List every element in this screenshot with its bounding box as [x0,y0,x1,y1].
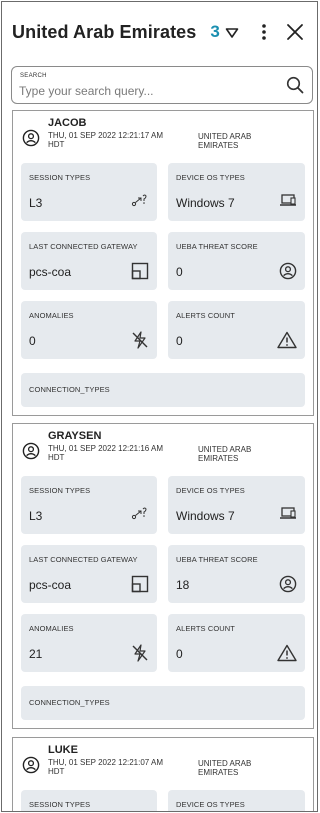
laptop-icon [279,506,297,525]
tile-value: 18 [176,578,190,592]
tile-label: ALERTS COUNT [176,311,235,320]
ueba-score-tile: UEBA THREAT SCORE 18 [168,545,305,603]
session-types-icon [131,506,149,525]
user-count-badge: 3 [210,22,220,41]
user-card[interactable]: JACOB THU, 01 SEP 2022 12:21:17 AM HDT U… [12,110,314,416]
tile-value: 21 [29,647,43,661]
panel-header: United Arab Emirates 3 [2,2,317,62]
device-os-tile: DEVICE OS TYPES Windows 7 [168,163,305,221]
ueba-score-tile: UEBA THREAT SCORE 0 [168,232,305,290]
tile-label: DEVICE OS TYPES [176,486,245,495]
tile-value: 0 [29,334,36,348]
tile-value: L3 [29,196,43,210]
tile-value: 0 [176,265,183,279]
tile-label: CONNECTION_TYPES [29,385,110,394]
device-os-tile: DEVICE OS TYPES [168,790,305,811]
gateway-icon [131,575,149,598]
tile-label: CONNECTION_TYPES [29,698,110,707]
tile-label: DEVICE OS TYPES [176,173,245,182]
tile-label: LAST CONNECTED GATEWAY [29,242,138,251]
location-line2: EMIRATES [198,141,239,150]
session-time: THU, 01 SEP 2022 12:21:07 AM HDT [48,758,188,776]
session-time-line2: HDT [48,453,65,462]
user-card[interactable]: LUKE THU, 01 SEP 2022 12:21:07 AM HDT UN… [12,737,314,811]
alerts-count-tile: ALERTS COUNT 0 [168,614,305,672]
search-label: SEARCH [20,73,47,79]
tile-label: UEBA THREAT SCORE [176,242,258,251]
tile-value: Windows 7 [176,196,235,210]
session-types-tile: SESSION TYPES L3 [21,163,157,221]
user-card-header: JACOB THU, 01 SEP 2022 12:21:17 AM HDT U… [13,111,313,161]
panel-title: United Arab Emirates [12,21,197,42]
session-time-line1: THU, 01 SEP 2022 12:21:07 AM [48,758,164,767]
anomalies-tile: ANOMALIES 21 [21,614,157,672]
tile-label: ALERTS COUNT [176,624,235,633]
tile-label: SESSION TYPES [29,486,91,495]
connection-types-tile: CONNECTION_TYPES [21,686,305,720]
filter-icon[interactable] [225,26,239,44]
more-options-icon[interactable] [261,23,267,46]
anomalies-tile: ANOMALIES 0 [21,301,157,359]
session-types-tile: SESSION TYPES L3 [21,476,157,534]
tile-value: 0 [176,334,183,348]
tile-value: pcs-coa [29,265,72,279]
user-avatar-icon [22,756,40,779]
tile-value: pcs-coa [29,578,72,592]
search-input[interactable] [19,82,269,100]
connection-types-tile: CONNECTION_TYPES [21,373,305,407]
session-time-line1: THU, 01 SEP 2022 12:21:17 AM [48,131,164,140]
laptop-icon [279,193,297,212]
location-line1: UNITED ARAB [198,759,252,768]
location-line2: EMIRATES [198,768,239,777]
close-icon[interactable] [286,23,304,46]
user-name: GRAYSEN [48,430,102,442]
ueba-user-icon [279,262,297,285]
session-time-line2: HDT [48,140,65,149]
location-line1: UNITED ARAB [198,132,252,141]
device-os-tile: DEVICE OS TYPES Windows 7 [168,476,305,534]
user-avatar-icon [22,442,40,465]
tile-value: Windows 7 [176,509,235,523]
session-time: THU, 01 SEP 2022 12:21:16 AM HDT [48,444,188,462]
users-panel: United Arab Emirates 3 SEARCH JACOB THU,… [1,1,318,812]
warning-icon [277,644,297,667]
user-name: LUKE [48,744,78,756]
anomalies-icon [131,331,149,354]
user-card[interactable]: GRAYSEN THU, 01 SEP 2022 12:21:16 AM HDT… [12,423,314,729]
tile-label: ANOMALIES [29,624,74,633]
tile-value: 0 [176,647,183,661]
user-card-header: LUKE THU, 01 SEP 2022 12:21:07 AM HDT UN… [13,738,313,788]
user-name: JACOB [48,117,87,129]
session-time: THU, 01 SEP 2022 12:21:17 AM HDT [48,131,188,149]
user-location: UNITED ARAB EMIRATES [198,132,278,150]
location-line1: UNITED ARAB [198,445,252,454]
user-location: UNITED ARAB EMIRATES [198,445,278,463]
location-line2: EMIRATES [198,454,239,463]
alerts-count-tile: ALERTS COUNT 0 [168,301,305,359]
anomalies-icon [131,644,149,667]
session-types-icon [131,193,149,212]
ueba-user-icon [279,575,297,598]
session-time-line2: HDT [48,767,65,776]
tile-label: LAST CONNECTED GATEWAY [29,555,138,564]
warning-icon [277,331,297,354]
tile-label: ANOMALIES [29,311,74,320]
search-box[interactable]: SEARCH [11,66,313,104]
tile-label: SESSION TYPES [29,800,91,809]
session-time-line1: THU, 01 SEP 2022 12:21:16 AM [48,444,164,453]
tile-value: L3 [29,509,43,523]
user-avatar-icon [22,129,40,152]
gateway-tile: LAST CONNECTED GATEWAY pcs-coa [21,545,157,603]
tile-label: UEBA THREAT SCORE [176,555,258,564]
tile-label: SESSION TYPES [29,173,91,182]
session-types-tile: SESSION TYPES [21,790,157,811]
gateway-icon [131,262,149,285]
user-card-header: GRAYSEN THU, 01 SEP 2022 12:21:16 AM HDT… [13,424,313,474]
gateway-tile: LAST CONNECTED GATEWAY pcs-coa [21,232,157,290]
search-icon[interactable] [286,76,304,99]
user-location: UNITED ARAB EMIRATES [198,759,278,777]
tile-label: DEVICE OS TYPES [176,800,245,809]
